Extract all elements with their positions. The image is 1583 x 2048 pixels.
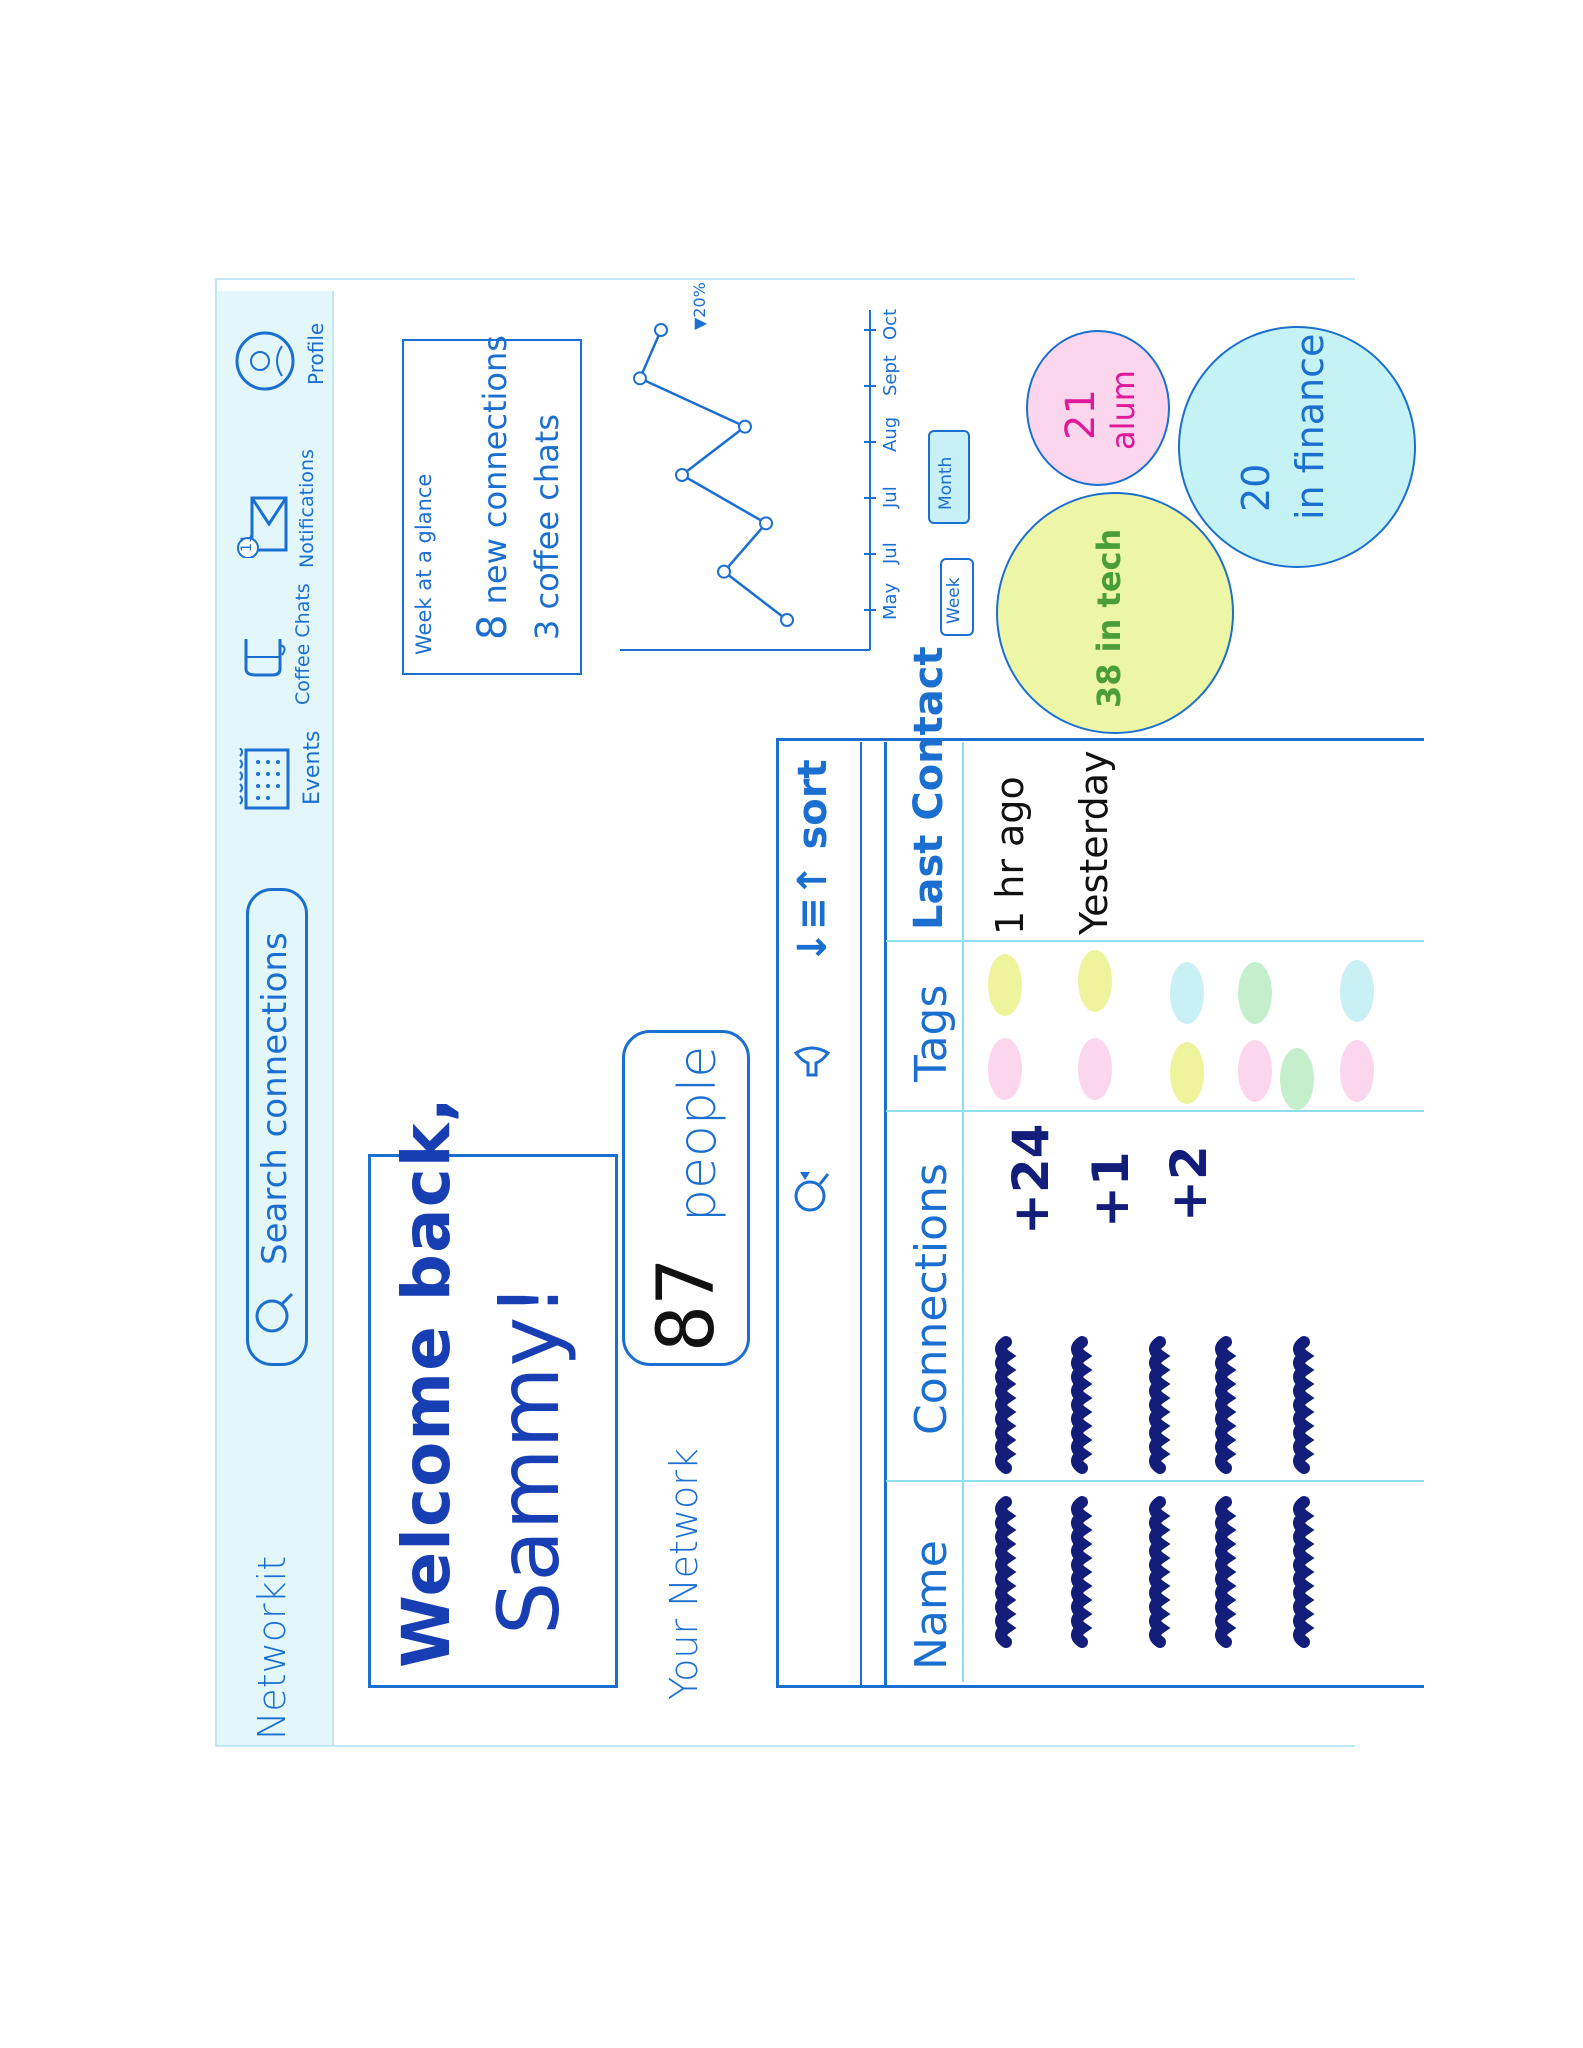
chart-axes <box>620 310 871 651</box>
connections-trend-chart: May Jul Jul Aug Sept Oct <box>620 309 901 651</box>
stat-finance-count-value: 20 <box>1234 463 1278 512</box>
glance-title: Week at a glance <box>412 473 436 655</box>
calendar-icon[interactable] <box>236 748 292 812</box>
tag-chip <box>988 1038 1022 1100</box>
frame-edge <box>215 278 1355 280</box>
notification-badge: 11 <box>239 534 255 552</box>
stat-finance-count: 20 <box>1234 464 1278 512</box>
tag-chip <box>1238 962 1272 1024</box>
network-unit: people <box>668 1045 728 1222</box>
nav-label-profile[interactable]: Profile <box>304 323 328 385</box>
name-placeholder <box>1149 1496 1171 1648</box>
week-toggle-label: Week <box>944 577 964 624</box>
row-1-last-contact: 1 hr ago <box>988 776 1032 935</box>
chart-point <box>780 613 794 627</box>
chart-point <box>654 323 668 337</box>
glance-coffee-chats: 3 coffee chats <box>528 414 566 640</box>
tag-chip <box>988 954 1022 1016</box>
stat-tech-text: 38 in tech <box>1090 529 1128 708</box>
nav-label-notifications[interactable]: Notifications <box>296 449 318 568</box>
glance-chats-text: coffee chats <box>528 414 566 610</box>
sort-control[interactable]: ↓≡↑ sort <box>790 759 836 964</box>
search-placeholder: Search connections <box>255 932 295 1265</box>
tag-chip <box>1340 960 1374 1022</box>
nav-label-coffee-chats[interactable]: Coffee Chats <box>292 583 314 705</box>
chart-point <box>738 419 752 434</box>
connections-placeholder <box>1071 1336 1093 1474</box>
chart-tick-label: Jul <box>880 542 901 565</box>
search-icon <box>255 1292 294 1333</box>
stat-alum-count: 21 <box>1058 389 1104 440</box>
tag-chip <box>1170 1042 1204 1104</box>
nav-label-events[interactable]: Events <box>300 731 325 806</box>
chart-point <box>717 564 731 579</box>
sort-symbol: ↓≡↑ <box>790 863 836 964</box>
tag-chip <box>1078 950 1112 1012</box>
tag-chip <box>1340 1040 1374 1102</box>
column-header-tags[interactable]: Tags <box>906 985 957 1082</box>
table-header-divider <box>884 742 887 1688</box>
sort-label: sort <box>790 759 836 850</box>
connections-placeholder <box>1293 1336 1315 1474</box>
stat-finance-label: in finance <box>1288 333 1332 520</box>
welcome-line-1: Welcome back, <box>388 1096 465 1668</box>
tag-chip <box>1238 1040 1272 1102</box>
chart-tick-label: May <box>880 582 901 620</box>
name-placeholder <box>1071 1496 1093 1648</box>
filter-icon[interactable] <box>792 1045 832 1085</box>
toolbar-divider <box>860 742 862 1688</box>
welcome-user-name: Sammy! <box>480 1283 578 1635</box>
row-2-last-contact: Yesterday <box>1072 750 1116 935</box>
avatar-icon[interactable] <box>234 330 296 392</box>
chart-tick-label: Jul <box>880 486 901 509</box>
chart-point <box>633 371 647 386</box>
glance-connections-count: 8 <box>470 614 516 640</box>
chart-tick-label: Sept <box>880 355 901 396</box>
chart-tick-label: Oct <box>880 309 901 340</box>
stat-tech-count: 38 <box>1090 663 1128 708</box>
name-placeholder <box>995 1496 1017 1648</box>
name-placeholder <box>1215 1496 1237 1648</box>
column-header-name[interactable]: Name <box>906 1540 957 1670</box>
network-count: 87 <box>642 1258 732 1352</box>
chart-point <box>675 468 689 482</box>
glance-connections-text: new connections <box>476 335 514 605</box>
column-header-connections[interactable]: Connections <box>906 1163 957 1435</box>
search-icon[interactable] <box>790 1168 832 1218</box>
glance-chats-count: 3 <box>528 619 566 640</box>
app-title: Networkit <box>250 1555 294 1740</box>
month-toggle-label: Month <box>936 456 956 510</box>
tag-chip <box>1078 1038 1112 1100</box>
name-placeholder <box>1293 1496 1315 1648</box>
connections-placeholder <box>1149 1336 1171 1474</box>
your-network-label: Your Network <box>662 1448 706 1700</box>
stat-alum-label: alum <box>1104 370 1142 450</box>
row-1-mutual: +24 <box>1002 1123 1060 1235</box>
frame-edge <box>215 1745 1355 1747</box>
glance-connections: 8 new connections <box>470 335 516 640</box>
tag-chip <box>1170 962 1204 1024</box>
connections-placeholder <box>995 1336 1017 1474</box>
chart-series <box>633 323 794 627</box>
tag-chip <box>1280 1048 1314 1110</box>
row-2-mutual: +1 <box>1082 1151 1140 1228</box>
connections-placeholder <box>1215 1336 1237 1474</box>
column-header-last-contact[interactable]: Last Contact <box>906 646 952 930</box>
chart-annotation: ▼20% <box>690 282 709 330</box>
chart-series-line <box>638 329 788 621</box>
chart-point <box>759 516 773 531</box>
stat-tech-label: in tech <box>1090 528 1128 653</box>
chart-tick-label: Aug <box>880 417 901 452</box>
row-3-mutual: +2 <box>1160 1145 1218 1222</box>
coffee-cup-icon[interactable] <box>238 633 288 679</box>
